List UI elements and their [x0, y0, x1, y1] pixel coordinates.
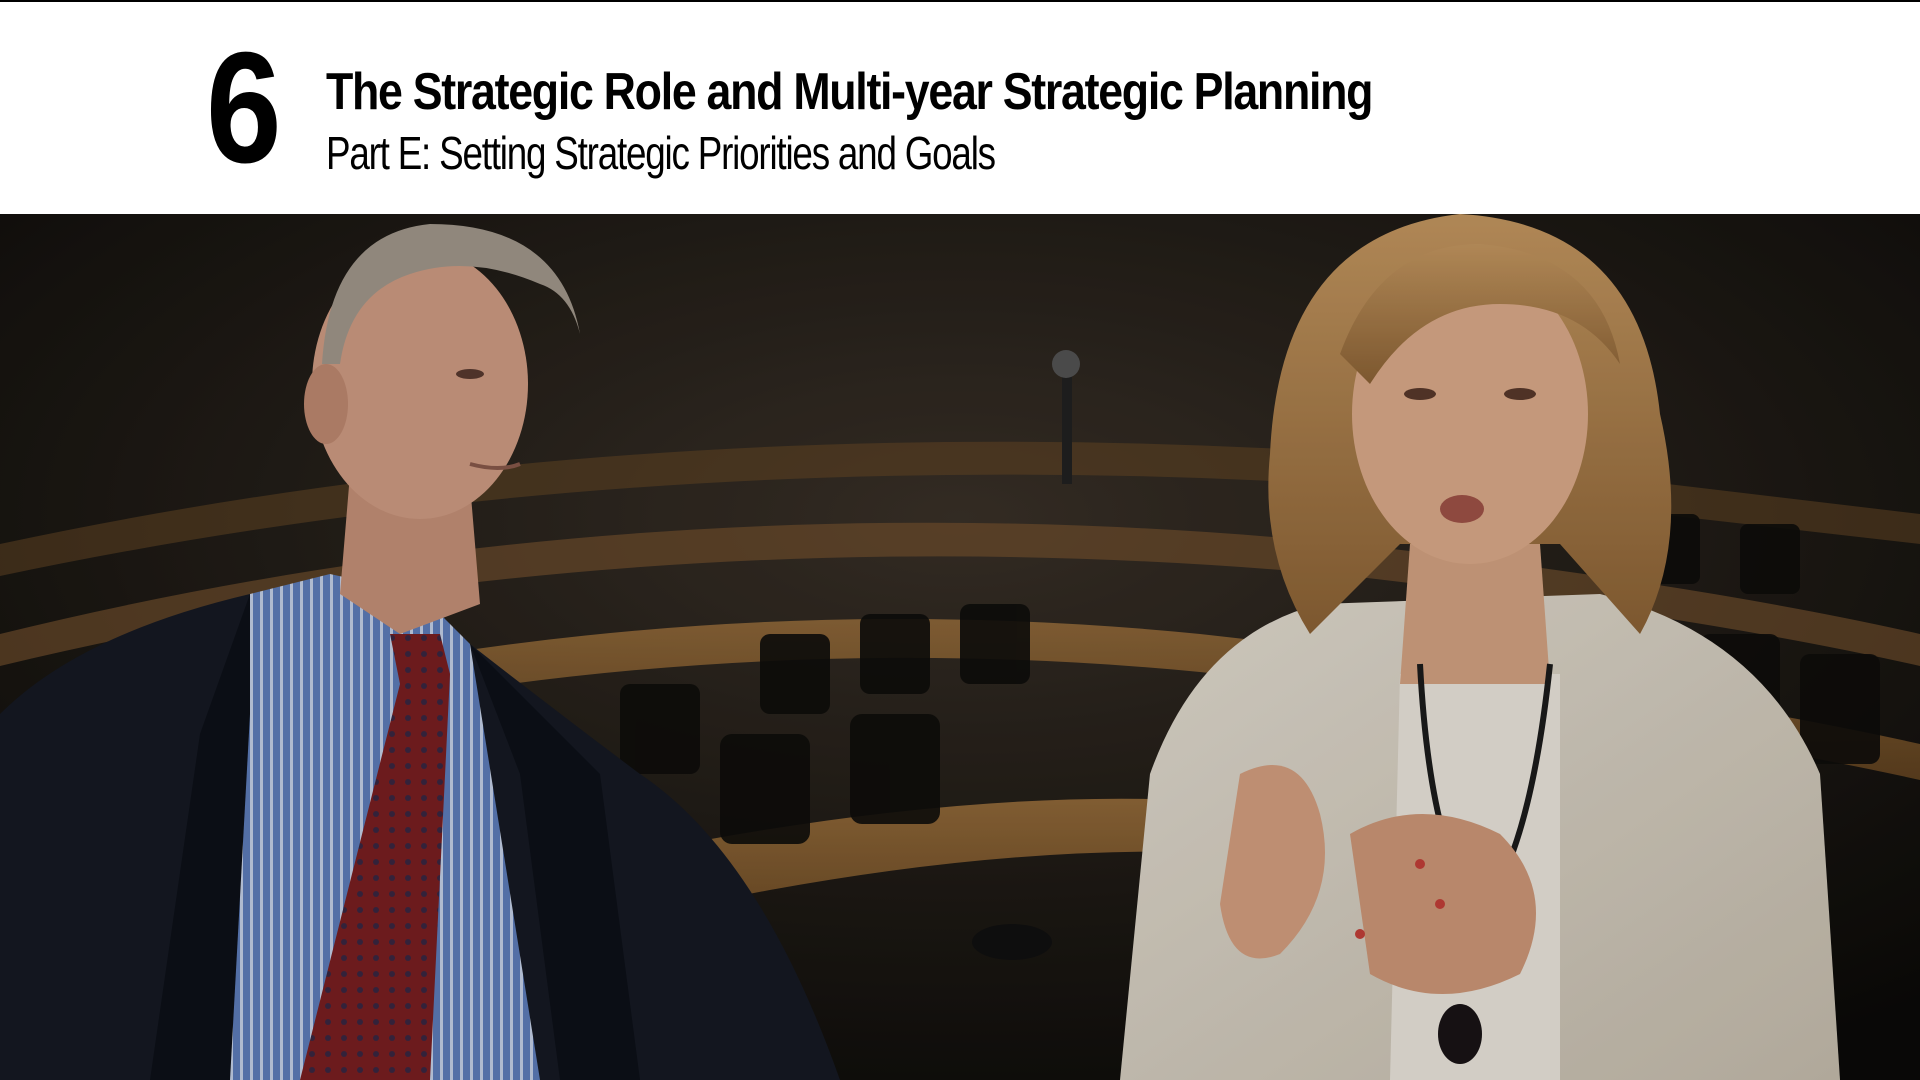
- scene-illustration: [0, 214, 1920, 1080]
- chapter-subtitle: Part E: Setting Strategic Priorities and…: [326, 127, 996, 179]
- chapter-title: The Strategic Role and Multi-year Strate…: [326, 63, 1373, 121]
- chapter-number: 6: [206, 20, 282, 196]
- video-frame: 6 The Strategic Role and Multi-year Stra…: [0, 0, 1920, 1080]
- video-scene: [0, 214, 1920, 1080]
- title-card: 6 The Strategic Role and Multi-year Stra…: [0, 0, 1920, 214]
